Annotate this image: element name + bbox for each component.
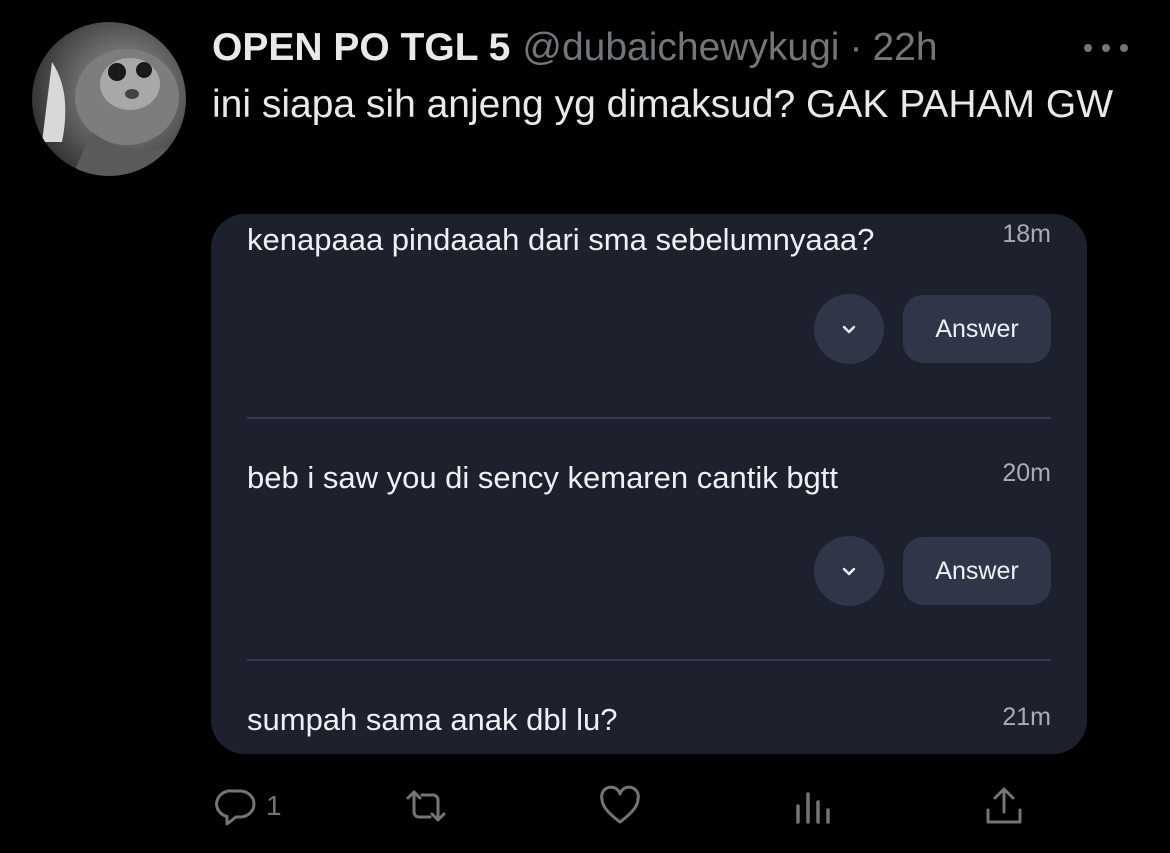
question-time: 21m: [1002, 703, 1051, 731]
user-handle[interactable]: @dubaichewykugi: [522, 26, 839, 70]
like-button[interactable]: [598, 778, 642, 834]
chevron-down-icon: [842, 325, 856, 334]
share-icon: [986, 787, 1022, 824]
expand-button[interactable]: [814, 536, 884, 606]
tweet-media-card[interactable]: kenapaaa pindaaah dari sma sebelumnyaaa?…: [211, 214, 1087, 754]
more-horizontal-icon[interactable]: [1084, 36, 1128, 60]
question-text: beb i saw you di sency kemaren cantik bg…: [247, 460, 839, 495]
tweet-header: OPEN PO TGL 5 @dubaichewykugi · 22h: [212, 26, 938, 70]
answer-button[interactable]: Answer: [903, 537, 1051, 605]
reply-icon: [215, 789, 256, 826]
tweet-timestamp[interactable]: 22h: [872, 26, 937, 70]
tweet-text: ini siapa sih anjeng yg dimaksud? GAK PA…: [212, 83, 1113, 126]
reply-button[interactable]: 1: [214, 778, 282, 834]
divider: [247, 417, 1051, 419]
analytics-button[interactable]: [792, 778, 836, 834]
question-time: 20m: [1002, 459, 1051, 487]
analytics-icon: [796, 792, 830, 824]
expand-button[interactable]: [814, 294, 884, 364]
question-text: kenapaaa pindaaah dari sma sebelumnyaaa?: [247, 222, 875, 257]
retweet-button[interactable]: [404, 778, 448, 834]
more-dot: [1120, 44, 1128, 52]
tweet-actions-bar: 1: [0, 778, 1170, 834]
like-icon: [600, 785, 640, 824]
reply-count: 1: [266, 790, 282, 821]
question-time: 18m: [1002, 220, 1051, 248]
answer-button[interactable]: Answer: [903, 295, 1051, 363]
more-dot: [1084, 44, 1092, 52]
separator-dot: ·: [849, 26, 863, 69]
cat-photo-avatar: [42, 49, 182, 176]
retweet-icon: [406, 790, 446, 822]
display-name[interactable]: OPEN PO TGL 5: [212, 26, 510, 70]
share-button[interactable]: [982, 778, 1026, 834]
avatar[interactable]: [32, 22, 186, 176]
question-item: sumpah sama anak dbl lu? 21m: [247, 666, 1051, 754]
more-dot: [1102, 44, 1110, 52]
divider: [247, 659, 1051, 661]
chevron-down-icon: [842, 567, 856, 576]
question-text: sumpah sama anak dbl lu?: [247, 702, 618, 737]
